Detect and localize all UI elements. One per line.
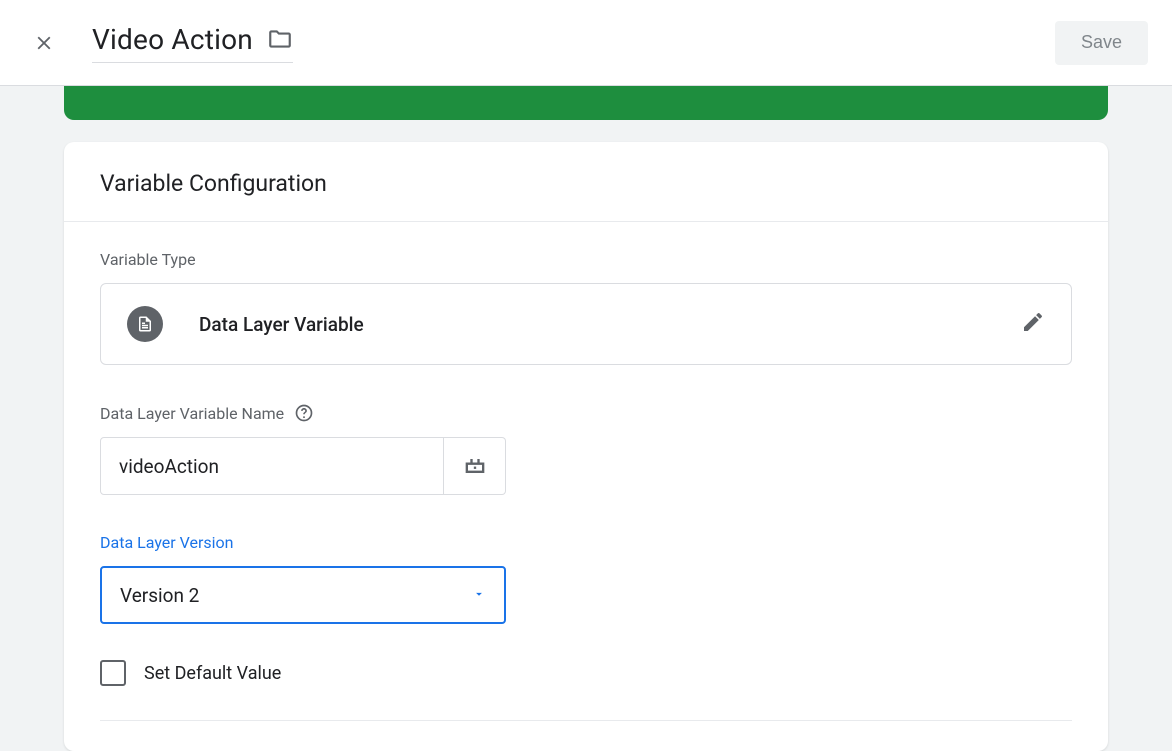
page-title[interactable]: Video Action bbox=[92, 23, 253, 56]
set-default-label: Set Default Value bbox=[144, 663, 281, 684]
set-default-checkbox[interactable] bbox=[100, 660, 126, 686]
header-bar: Video Action Save bbox=[0, 0, 1172, 86]
edit-icon bbox=[1021, 310, 1045, 338]
close-icon bbox=[33, 32, 55, 54]
close-button[interactable] bbox=[24, 23, 64, 63]
folder-icon[interactable] bbox=[267, 26, 293, 52]
variable-name-label: Data Layer Variable Name bbox=[100, 403, 1072, 423]
variable-name-input[interactable] bbox=[100, 437, 444, 495]
variable-type-value: Data Layer Variable bbox=[199, 313, 364, 336]
version-select[interactable]: Version 2 bbox=[100, 566, 506, 624]
panel-header: Variable Configuration bbox=[64, 142, 1108, 222]
notification-banner bbox=[64, 86, 1108, 120]
help-icon[interactable] bbox=[294, 403, 314, 423]
panel-title: Variable Configuration bbox=[100, 170, 1072, 197]
panel-body: Variable Type Data Layer Variable Data L… bbox=[64, 222, 1108, 751]
title-container: Video Action bbox=[92, 23, 293, 63]
dropdown-arrow-icon bbox=[472, 586, 486, 605]
variable-name-row bbox=[100, 437, 1072, 495]
save-button[interactable]: Save bbox=[1055, 21, 1148, 65]
insert-variable-button[interactable] bbox=[444, 437, 506, 495]
variable-type-selector[interactable]: Data Layer Variable bbox=[100, 283, 1072, 365]
variable-configuration-panel: Variable Configuration Variable Type Dat… bbox=[64, 142, 1108, 751]
version-value: Version 2 bbox=[120, 584, 199, 607]
content-area: Variable Configuration Variable Type Dat… bbox=[0, 86, 1172, 751]
version-label: Data Layer Version bbox=[100, 533, 1072, 552]
divider bbox=[100, 720, 1072, 721]
brick-icon bbox=[461, 452, 489, 480]
data-layer-icon bbox=[127, 306, 163, 342]
variable-type-label: Variable Type bbox=[100, 250, 1072, 269]
set-default-row: Set Default Value bbox=[100, 660, 1072, 686]
